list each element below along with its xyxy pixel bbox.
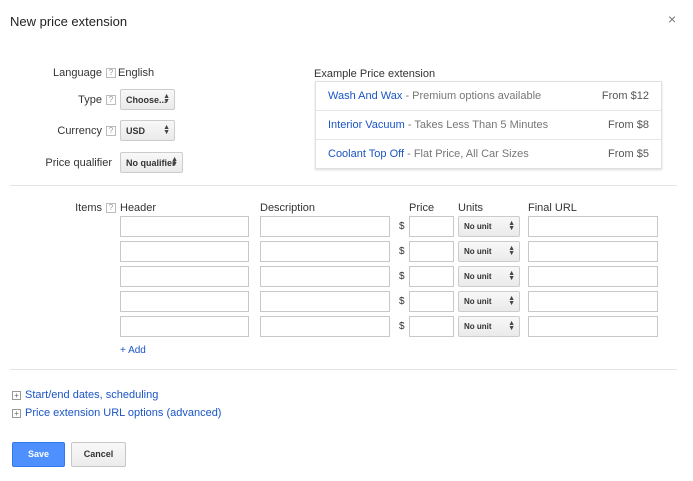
help-icon[interactable]: ?	[106, 126, 116, 136]
example-row-price: From $5	[608, 148, 649, 160]
close-icon[interactable]: ×	[668, 11, 676, 27]
header-input[interactable]	[120, 316, 249, 337]
items-label-text: Items	[75, 202, 102, 214]
unit-select-value: No unit	[464, 247, 492, 256]
section-divider	[10, 369, 677, 370]
help-icon[interactable]: ?	[106, 68, 116, 78]
example-row: Wash And Wax - Premium options available…	[316, 82, 661, 111]
expand-plus-icon: +	[12, 391, 21, 400]
example-row-header[interactable]: Coolant Top Off	[328, 148, 404, 160]
section-divider	[10, 185, 677, 186]
unit-select[interactable]: No unit ▲ ▼	[458, 291, 520, 312]
example-row-price: From $12	[601, 90, 649, 102]
type-label-text: Type	[78, 94, 102, 106]
unit-select-value: No unit	[464, 297, 492, 306]
type-select-value: Choose...	[126, 95, 167, 105]
currency-symbol: $	[399, 296, 405, 307]
header-input[interactable]	[120, 216, 249, 237]
currency-symbol: $	[399, 221, 405, 232]
currency-select-value: USD	[126, 126, 146, 136]
header-input[interactable]	[120, 266, 249, 287]
currency-label: Currency?	[30, 125, 116, 137]
expand-plus-icon: +	[12, 409, 21, 418]
price-input[interactable]	[409, 266, 454, 287]
dialog-title: New price extension	[10, 14, 128, 29]
select-arrows-icon: ▲ ▼	[508, 245, 515, 257]
select-arrows-icon: ▲ ▼	[163, 93, 170, 105]
url-options-expander-label: Price extension URL options (advanced)	[25, 407, 222, 419]
example-preview: Wash And Wax - Premium options available…	[315, 81, 662, 169]
example-row-header[interactable]: Wash And Wax	[328, 90, 402, 102]
add-item-link[interactable]: + Add	[120, 345, 146, 356]
currency-select[interactable]: USD ▲ ▼	[120, 120, 175, 141]
price-qualifier-label: Price qualifier	[45, 157, 112, 169]
select-arrows-icon: ▲ ▼	[508, 270, 515, 282]
header-input[interactable]	[120, 241, 249, 262]
example-row-description: - Premium options available	[402, 90, 542, 102]
items-label: Items?	[30, 202, 116, 214]
type-select[interactable]: Choose... ▲ ▼	[120, 89, 175, 110]
column-header-description: Description	[260, 202, 316, 214]
description-input[interactable]	[260, 291, 390, 312]
description-input[interactable]	[260, 216, 390, 237]
unit-select[interactable]: No unit ▲ ▼	[458, 266, 520, 287]
scheduling-expander-label: Start/end dates, scheduling	[25, 389, 159, 401]
example-row-text: Coolant Top Off - Flat Price, All Car Si…	[328, 148, 529, 160]
example-row-price: From $8	[608, 119, 649, 131]
example-row: Coolant Top Off - Flat Price, All Car Si…	[316, 140, 661, 169]
example-row-text: Interior Vacuum - Takes Less Than 5 Minu…	[328, 119, 548, 131]
unit-select[interactable]: No unit ▲ ▼	[458, 241, 520, 262]
final-url-input[interactable]	[528, 266, 658, 287]
price-qualifier-value: No qualifier	[126, 158, 176, 168]
currency-symbol: $	[399, 246, 405, 257]
column-header-final-url: Final URL	[528, 202, 577, 214]
select-arrows-icon: ▲ ▼	[508, 220, 515, 232]
url-options-expander[interactable]: + Price extension URL options (advanced)	[12, 407, 221, 419]
currency-label-text: Currency	[57, 125, 102, 137]
save-button[interactable]: Save	[12, 442, 65, 467]
select-arrows-icon: ▲ ▼	[171, 156, 178, 168]
final-url-input[interactable]	[528, 316, 658, 337]
price-input[interactable]	[409, 216, 454, 237]
description-input[interactable]	[260, 241, 390, 262]
language-label: Language?	[30, 67, 116, 79]
price-input[interactable]	[409, 241, 454, 262]
column-header-units: Units	[458, 202, 484, 214]
final-url-input[interactable]	[528, 291, 658, 312]
final-url-input[interactable]	[528, 216, 658, 237]
language-value: English	[118, 67, 155, 79]
description-input[interactable]	[260, 266, 390, 287]
example-row-description: - Takes Less Than 5 Minutes	[404, 119, 549, 131]
currency-symbol: $	[399, 271, 405, 282]
example-title: Example Price extension	[314, 68, 436, 80]
header-input[interactable]	[120, 291, 249, 312]
unit-select[interactable]: No unit ▲ ▼	[458, 316, 520, 337]
select-arrows-icon: ▲ ▼	[508, 295, 515, 307]
example-row-text: Wash And Wax - Premium options available	[328, 90, 541, 102]
example-row: Interior Vacuum - Takes Less Than 5 Minu…	[316, 111, 661, 140]
price-qualifier-select[interactable]: No qualifier ▲ ▼	[120, 152, 183, 173]
price-input[interactable]	[409, 316, 454, 337]
description-input[interactable]	[260, 316, 390, 337]
scheduling-expander[interactable]: + Start/end dates, scheduling	[12, 389, 158, 401]
column-header-price: Price	[409, 202, 435, 214]
price-input[interactable]	[409, 291, 454, 312]
select-arrows-icon: ▲ ▼	[508, 320, 515, 332]
select-arrows-icon: ▲ ▼	[163, 124, 170, 136]
final-url-input[interactable]	[528, 241, 658, 262]
unit-select-value: No unit	[464, 222, 492, 231]
unit-select-value: No unit	[464, 322, 492, 331]
type-label: Type?	[30, 94, 116, 106]
cancel-button[interactable]: Cancel	[71, 442, 126, 467]
example-row-description: - Flat Price, All Car Sizes	[404, 148, 529, 160]
help-icon[interactable]: ?	[106, 95, 116, 105]
example-row-header[interactable]: Interior Vacuum	[328, 119, 405, 131]
unit-select-value: No unit	[464, 272, 492, 281]
column-header-header: Header	[120, 202, 157, 214]
unit-select[interactable]: No unit ▲ ▼	[458, 216, 520, 237]
language-label-text: Language	[53, 67, 102, 79]
currency-symbol: $	[399, 321, 405, 332]
help-icon[interactable]: ?	[106, 203, 116, 213]
